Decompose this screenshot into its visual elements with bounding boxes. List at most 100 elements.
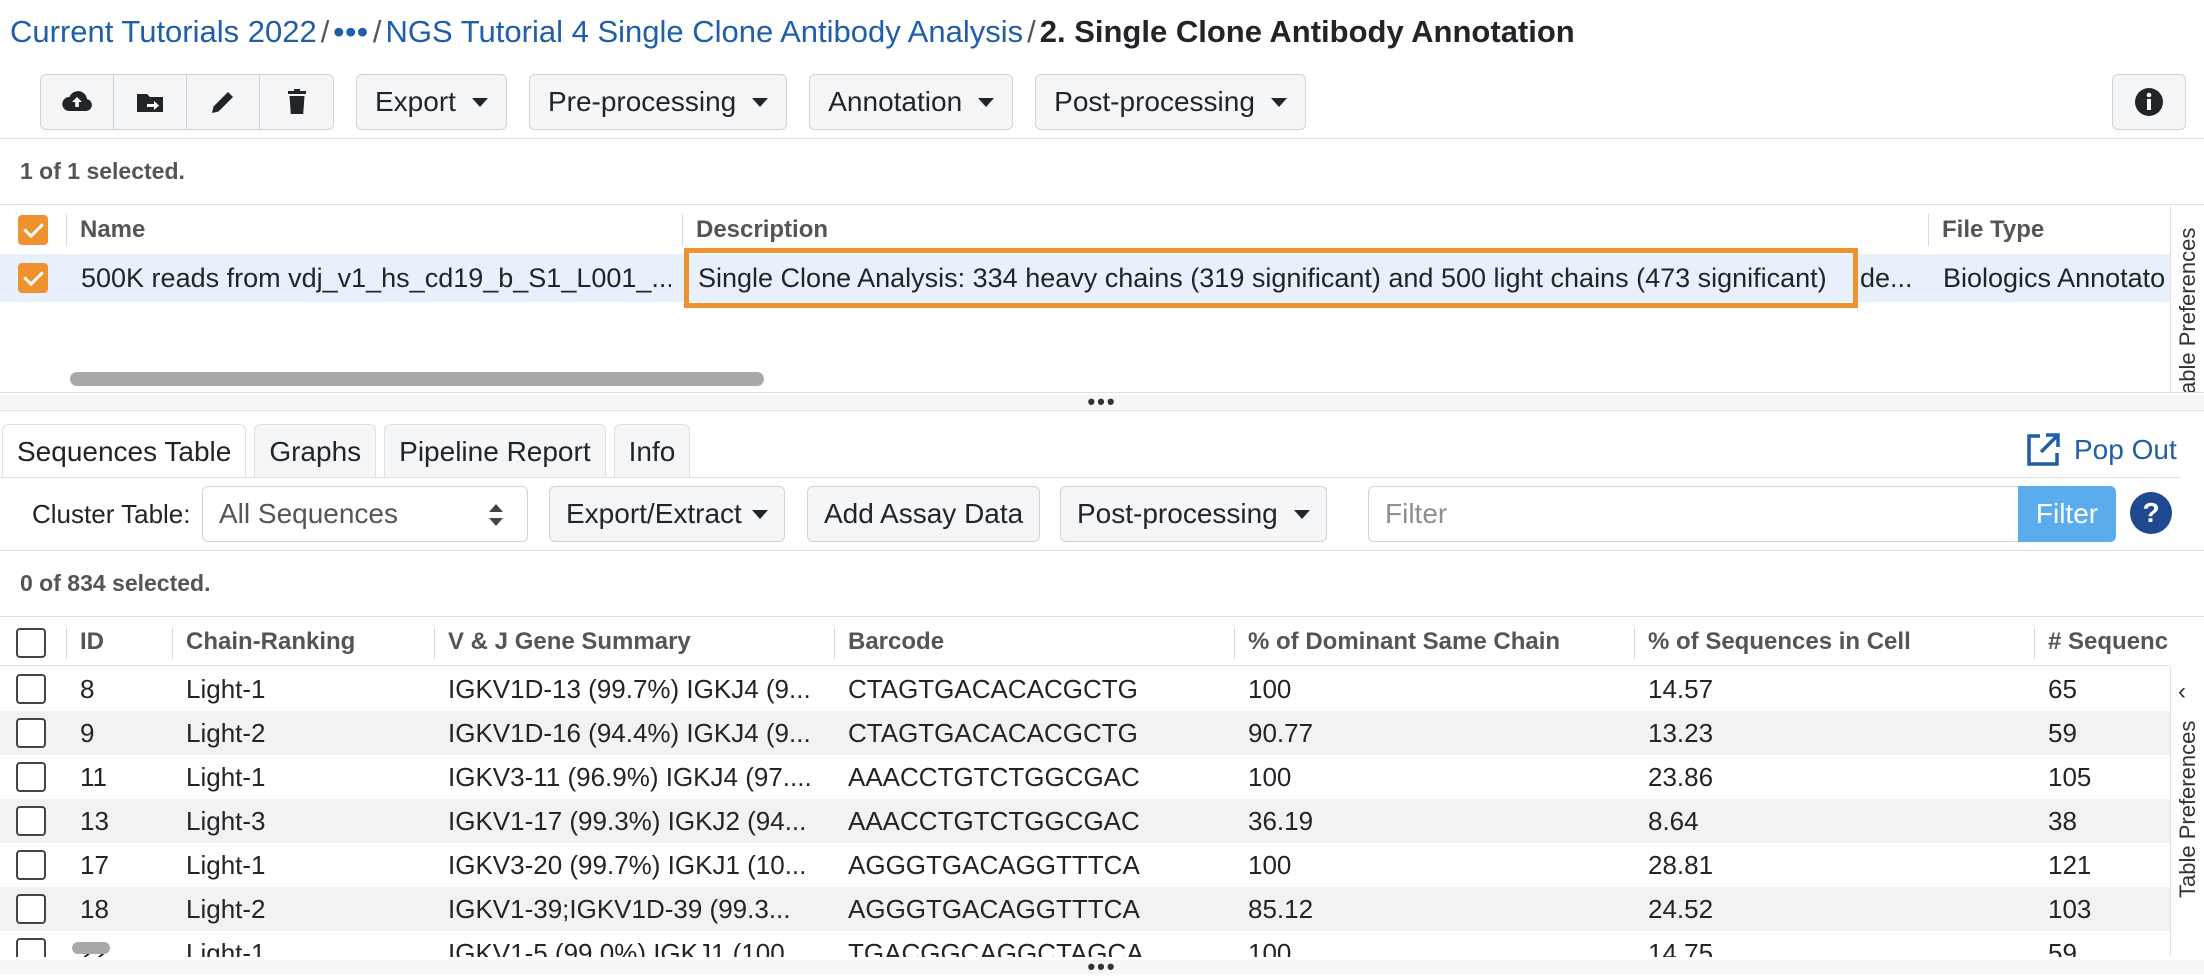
caret-down-icon <box>751 509 768 519</box>
filter-input[interactable] <box>1368 486 2018 542</box>
pencil-icon <box>212 92 233 113</box>
breadcrumb-ellipsis[interactable]: ••• <box>333 14 369 50</box>
table-preferences-label: Table Preferences <box>2175 720 2200 898</box>
column-header-chain-ranking[interactable]: Chain-Ranking <box>186 617 355 667</box>
cell-id: 8 <box>80 673 95 704</box>
filter-button[interactable]: Filter <box>2018 486 2116 542</box>
table-row[interactable]: 11 Light-1 IGKV3-11 (96.9%) IGKJ4 (97.... A… <box>0 755 2170 799</box>
cell-vj-gene-summary: IGKV1-17 (99.3%) IGKJ2 (94... <box>448 805 807 836</box>
row-file-type: Biologics Annotato <box>1943 262 2166 293</box>
column-separator <box>434 627 435 659</box>
cell-chain-ranking: Light-1 <box>186 673 266 704</box>
cell-id: 9 <box>80 717 95 748</box>
column-header-vj-gene-summary[interactable]: V & J Gene Summary <box>448 617 691 667</box>
horizontal-scrollbar[interactable] <box>70 372 764 386</box>
breadcrumb-root-link[interactable]: Current Tutorials 2022 <box>10 14 317 50</box>
caret-down-icon <box>471 97 488 107</box>
vertical-scrollbar[interactable] <box>72 942 110 954</box>
delete-button[interactable] <box>260 75 333 129</box>
table-preferences-tab-top[interactable]: able Preferences <box>2170 206 2204 394</box>
export-menu-label: Export <box>375 86 456 117</box>
cell-barcode: AAACCTGTCTGGCGAC <box>848 761 1140 792</box>
table-row[interactable]: 18 Light-2 IGKV1-39;IGKV1D-39 (99.3... AGGG… <box>0 887 2170 931</box>
upload-button[interactable] <box>41 75 114 129</box>
cell-dominant-same-chain: 100 <box>1248 673 1292 704</box>
breadcrumb-parent-link[interactable]: NGS Tutorial 4 Single Clone Antibody Ana… <box>386 14 1024 50</box>
row-checkbox[interactable] <box>16 938 46 957</box>
annotation-menu-button[interactable]: Annotation <box>809 74 1014 130</box>
column-header-file-type[interactable]: File Type <box>1942 206 2044 254</box>
help-icon[interactable]: ? <box>2130 492 2172 534</box>
info-button[interactable] <box>2112 74 2186 130</box>
column-header-sequence-count[interactable]: # Sequenc <box>2048 617 2168 667</box>
highlight-box <box>684 248 1858 308</box>
files-table: Name Description File Type 500K reads fr… <box>0 206 2170 390</box>
column-separator <box>66 627 67 659</box>
divider <box>0 392 2204 393</box>
tab-sequences-table[interactable]: Sequences Table <box>2 424 247 478</box>
column-header-description[interactable]: Description <box>696 206 828 254</box>
tab-pipeline-report[interactable]: Pipeline Report <box>384 424 606 478</box>
column-separator <box>682 214 683 246</box>
column-header-barcode[interactable]: Barcode <box>848 617 944 667</box>
select-all-checkbox[interactable] <box>18 215 48 245</box>
file-actions-group <box>40 74 334 130</box>
caret-down-icon <box>978 97 995 107</box>
table-row[interactable]: 13 Light-3 IGKV1-17 (99.3%) IGKJ2 (94... AA… <box>0 799 2170 843</box>
table-row[interactable]: 17 Light-1 IGKV3-20 (99.7%) IGKJ1 (10... AG… <box>0 843 2170 887</box>
row-checkbox[interactable] <box>16 894 46 924</box>
cell-chain-ranking: Light-1 <box>186 937 266 958</box>
cell-vj-gene-summary: IGKV1-5 (99.0%) IGKJ1 (100... <box>448 937 807 958</box>
external-link-icon <box>2027 433 2060 466</box>
column-header-dominant-same-chain[interactable]: % of Dominant Same Chain <box>1248 617 1560 667</box>
select-arrows-icon <box>489 504 503 526</box>
export-menu-button[interactable]: Export <box>356 74 507 130</box>
postprocessing-menu-button[interactable]: Post-processing <box>1035 74 1306 130</box>
column-separator <box>1928 214 1929 246</box>
column-header-id[interactable]: ID <box>80 617 104 667</box>
cell-dominant-same-chain: 100 <box>1248 849 1292 880</box>
table-row[interactable]: 8 Light-1 IGKV1D-13 (99.7%) IGKJ4 (9... CTA… <box>0 667 2170 711</box>
cell-sequences-in-cell: 13.23 <box>1648 717 1714 748</box>
edit-button[interactable] <box>187 75 260 129</box>
pop-out-label: Pop Out <box>2074 434 2177 465</box>
cluster-table-value: All Sequences <box>219 498 399 529</box>
row-checkbox[interactable] <box>16 674 46 704</box>
table-row[interactable]: 9 Light-2 IGKV1D-16 (94.4%) IGKJ4 (9... CTA… <box>0 711 2170 755</box>
pop-out-button[interactable]: Pop Out <box>2024 428 2177 472</box>
post-processing-label: Post-processing <box>1077 498 1278 529</box>
export-extract-button[interactable]: Export/Extract <box>549 486 785 542</box>
row-checkbox[interactable] <box>16 850 46 880</box>
move-to-folder-button[interactable] <box>114 75 187 129</box>
tab-info[interactable]: Info <box>613 424 691 478</box>
select-all-checkbox[interactable] <box>16 628 46 658</box>
breadcrumb-separator: / <box>320 14 330 49</box>
row-checkbox[interactable] <box>16 806 46 836</box>
cell-chain-ranking: Light-2 <box>186 717 266 748</box>
cell-sequences-in-cell: 28.81 <box>1648 849 1714 880</box>
cell-barcode: CTAGTGACACACGCTG <box>848 673 1138 704</box>
caret-down-icon <box>1270 97 1287 107</box>
column-header-sequences-in-cell[interactable]: % of Sequences in Cell <box>1648 617 1911 667</box>
cell-id: 17 <box>80 849 109 880</box>
row-checkbox[interactable] <box>16 718 46 748</box>
preprocessing-menu-button[interactable]: Pre-processing <box>528 74 788 130</box>
table-preferences-tab-bottom[interactable]: ‹ Table Preferences <box>2170 666 2204 956</box>
cell-barcode: AGGGTGACAGGTTTCA <box>848 849 1140 880</box>
cell-vj-gene-summary: IGKV3-20 (99.7%) IGKJ1 (10... <box>448 849 807 880</box>
pane-splitter-bottom[interactable]: ••• <box>0 956 2204 978</box>
cell-dominant-same-chain: 100 <box>1248 761 1292 792</box>
add-assay-data-button[interactable]: Add Assay Data <box>807 486 1041 542</box>
row-checkbox[interactable] <box>18 263 48 293</box>
cell-sequences-in-cell: 24.52 <box>1648 893 1714 924</box>
column-header-name[interactable]: Name <box>80 206 145 254</box>
table-row[interactable]: 22Light-1IGKV1-5 (99.0%) IGKJ1 (100...TG… <box>0 931 2170 957</box>
cell-sequence-count: 121 <box>2048 849 2092 880</box>
post-processing-button[interactable]: Post-processing <box>1060 486 1327 542</box>
tab-graphs[interactable]: Graphs <box>254 424 377 478</box>
trash-icon <box>287 89 306 114</box>
cluster-table-select[interactable]: All Sequences <box>202 486 528 542</box>
pane-splitter[interactable]: ••• <box>0 391 2204 413</box>
main-toolbar: Export Pre-processing Annotation Post-pr… <box>40 74 1306 130</box>
row-checkbox[interactable] <box>16 762 46 792</box>
